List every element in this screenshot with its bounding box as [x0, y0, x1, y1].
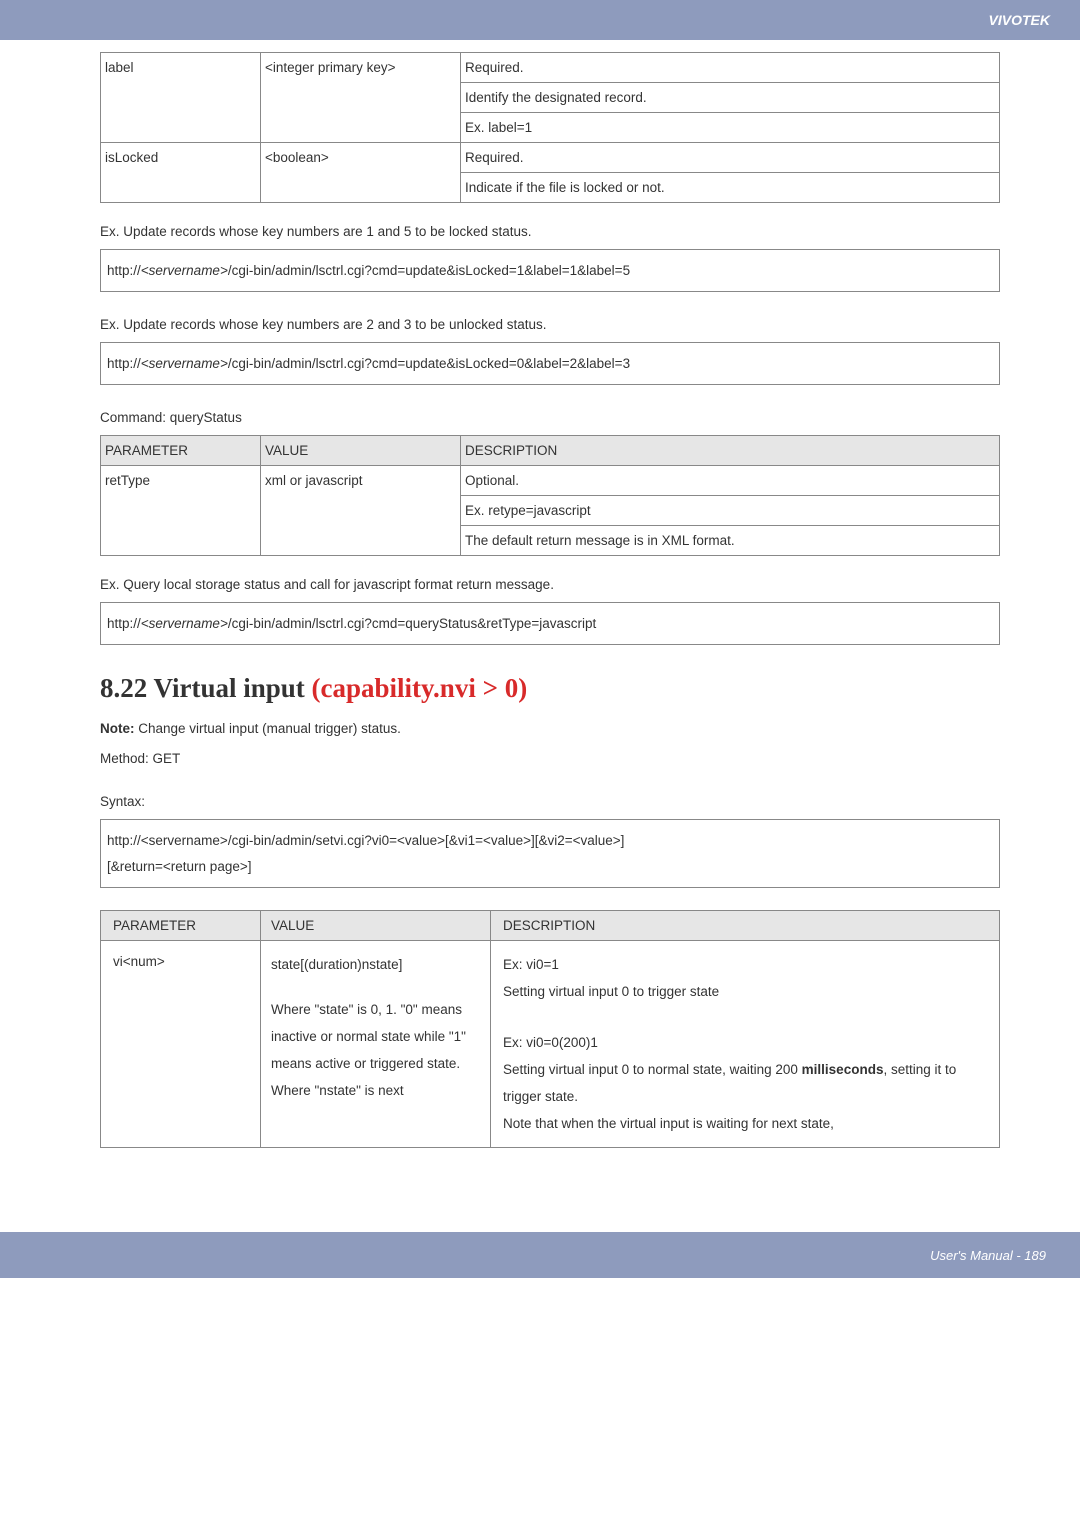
table-row: vi<num> state[(duration)nstate] Where "s…: [101, 941, 1000, 1148]
desc-cell: Optional.: [461, 466, 1000, 496]
desc-cell: Identify the designated record.: [461, 83, 1000, 113]
note-line: Note: Change virtual input (manual trigg…: [100, 718, 1000, 740]
bottom-footer-bar: User's Manual - 189: [0, 1232, 1080, 1278]
section-condition: (capability.nvi > 0): [312, 673, 528, 703]
desc-cell: Ex: vi0=1 Setting virtual input 0 to tri…: [491, 941, 1000, 1148]
param-cell: label: [101, 53, 261, 143]
desc-cell: Indicate if the file is locked or not.: [461, 173, 1000, 203]
top-header-bar: VIVOTEK: [0, 0, 1080, 40]
header-parameter: PARAMETER: [101, 911, 261, 941]
syntax-line: [&return=<return page>]: [107, 854, 993, 880]
command-heading: Command: queryStatus: [100, 407, 1000, 429]
brand-label: VIVOTEK: [989, 12, 1050, 28]
value-line: state[(duration)nstate]: [271, 951, 480, 978]
url-server: <servername>: [141, 356, 228, 371]
desc-cell: Required.: [461, 143, 1000, 173]
param-cell: vi<num>: [101, 941, 261, 1148]
table-row: isLocked <boolean> Required.: [101, 143, 1000, 173]
desc-line: Setting virtual input 0 to normal state,…: [503, 1056, 987, 1110]
desc-line: Note that when the virtual input is wait…: [503, 1110, 987, 1137]
desc-cell: Ex. retype=javascript: [461, 496, 1000, 526]
value-cell: <integer primary key>: [261, 53, 461, 143]
header-value: VALUE: [261, 911, 491, 941]
param-cell: isLocked: [101, 143, 261, 203]
section-heading: 8.22 Virtual input (capability.nvi > 0): [100, 673, 1000, 704]
url-path: /cgi-bin/admin/lsctrl.cgi?cmd=queryStatu…: [228, 616, 596, 631]
table-header-row: PARAMETER VALUE DESCRIPTION: [101, 436, 1000, 466]
note-text: Change virtual input (manual trigger) st…: [135, 721, 401, 736]
table-row: retType xml or javascript Optional.: [101, 466, 1000, 496]
header-description: DESCRIPTION: [491, 911, 1000, 941]
url-path: /cgi-bin/admin/lsctrl.cgi?cmd=update&isL…: [228, 356, 630, 371]
example-url-box: http://<servername>/cgi-bin/admin/lsctrl…: [100, 342, 1000, 386]
example-caption: Ex. Update records whose key numbers are…: [100, 221, 1000, 243]
url-prefix: http://: [107, 263, 141, 278]
header-description: DESCRIPTION: [461, 436, 1000, 466]
params-table-vi: PARAMETER VALUE DESCRIPTION vi<num> stat…: [100, 910, 1000, 1148]
syntax-label: Syntax:: [100, 791, 1000, 813]
params-table-querystatus: PARAMETER VALUE DESCRIPTION retType xml …: [100, 435, 1000, 556]
url-server: <servername>: [141, 616, 228, 631]
desc-cell: The default return message is in XML for…: [461, 526, 1000, 556]
page-content: label <integer primary key> Required. Id…: [0, 40, 1080, 1196]
desc-cell: Ex. label=1: [461, 113, 1000, 143]
footer-text: User's Manual - 189: [930, 1248, 1046, 1263]
table-header-row: PARAMETER VALUE DESCRIPTION: [101, 911, 1000, 941]
example-caption: Ex. Update records whose key numbers are…: [100, 314, 1000, 336]
note-label: Note:: [100, 721, 135, 736]
desc-line: Setting virtual input 0 to trigger state: [503, 978, 987, 1005]
syntax-line: http://<servername>/cgi-bin/admin/setvi.…: [107, 828, 993, 854]
method-line: Method: GET: [100, 748, 1000, 770]
param-cell: retType: [101, 466, 261, 556]
url-prefix: http://: [107, 356, 141, 371]
desc-line: Ex: vi0=1: [503, 951, 987, 978]
example-caption: Ex. Query local storage status and call …: [100, 574, 1000, 596]
url-prefix: http://: [107, 616, 141, 631]
desc-cell: Required.: [461, 53, 1000, 83]
section-number-title: 8.22 Virtual input: [100, 673, 312, 703]
header-value: VALUE: [261, 436, 461, 466]
params-table-update: label <integer primary key> Required. Id…: [100, 52, 1000, 203]
table-row: label <integer primary key> Required.: [101, 53, 1000, 83]
url-path: /cgi-bin/admin/lsctrl.cgi?cmd=update&isL…: [228, 263, 630, 278]
example-url-box: http://<servername>/cgi-bin/admin/lsctrl…: [100, 249, 1000, 293]
value-cell: <boolean>: [261, 143, 461, 203]
desc-line: Ex: vi0=0(200)1: [503, 1029, 987, 1056]
value-cell: state[(duration)nstate] Where "state" is…: [261, 941, 491, 1148]
header-parameter: PARAMETER: [101, 436, 261, 466]
value-line: Where "state" is 0, 1. "0" means inactiv…: [271, 996, 480, 1104]
url-server: <servername>: [141, 263, 228, 278]
example-url-box: http://<servername>/cgi-bin/admin/lsctrl…: [100, 602, 1000, 646]
value-cell: xml or javascript: [261, 466, 461, 556]
syntax-box: http://<servername>/cgi-bin/admin/setvi.…: [100, 819, 1000, 888]
